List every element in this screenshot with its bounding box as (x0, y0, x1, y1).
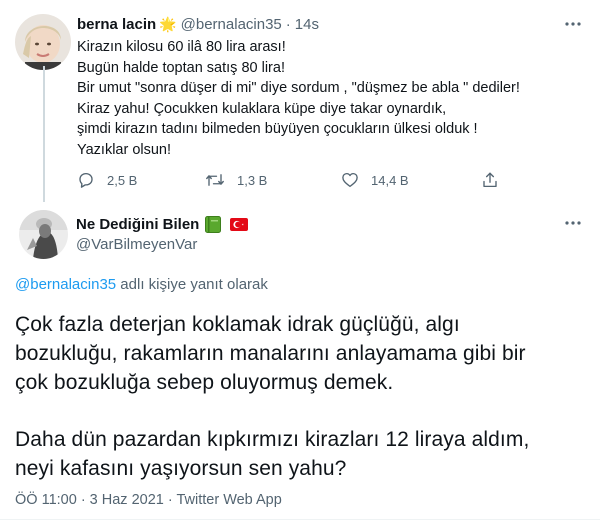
retweet-icon (206, 174, 224, 186)
main-text-line: çok bozukluğa sebep oluyormuş demek. (15, 371, 394, 394)
quoted-line: Kiraz yahu! Çocukken kulaklara küpe diye… (77, 100, 447, 117)
quoted-time[interactable]: 14s (295, 16, 319, 33)
quoted-line: Bir umut "sonra düşer di mi" diye sordum… (77, 80, 520, 96)
quoted-tweet-text: Kirazın kilosu 60 ilâ 80 lira arası! Bug… (77, 37, 520, 160)
share-action[interactable] (481, 170, 511, 190)
reply-action[interactable]: 2,5 B (77, 170, 137, 190)
main-text-line: Daha dün pazardan kıpkırmızı kirazları 1… (15, 428, 530, 451)
tweet-meta-timestamp[interactable]: ÖÖ 11:00 · 3 Haz 2021 · Twitter Web App (15, 492, 282, 508)
quoted-author-name[interactable]: berna lacin (77, 16, 156, 33)
like-count: 14,4 B (371, 172, 409, 188)
quoted-line: Kirazın kilosu 60 ilâ 80 lira arası! (77, 39, 286, 55)
like-icon (342, 172, 358, 188)
main-tweet-text-paragraph-2: Daha dün pazardan kıpkırmızı kirazları 1… (15, 425, 529, 483)
thread-connector-line (43, 66, 45, 202)
reply-icon (79, 172, 93, 188)
divider (0, 519, 600, 520)
retweet-count: 1,3 B (237, 172, 268, 188)
main-more-button[interactable] (563, 213, 583, 233)
quoted-line: Bugün halde toptan satış 80 lira! (77, 59, 285, 76)
main-text-line: Çok fazla deterjan koklamak idrak güçlüğ… (15, 313, 460, 336)
quoted-line: Yazıklar olsun! (77, 141, 172, 158)
replying-to-suffix: adlı kişiye yanıt olarak (116, 276, 268, 293)
main-text-line: neyi kafasını yaşıyorsun sen yahu? (15, 457, 347, 480)
avatar-berna[interactable] (15, 14, 71, 70)
avatar-ne-dedigini-bilen[interactable] (19, 210, 68, 259)
quoted-time-separator: · (285, 15, 291, 33)
quoted-line: şimdi kirazın tadını bilmeden büyüyen ço… (77, 121, 478, 137)
reply-count: 2,5 B (107, 172, 138, 188)
replying-to-handle-link[interactable]: @bernalacin35 (15, 276, 116, 293)
main-tweet-header: Ne Dediğini Bilen (76, 214, 249, 234)
quoted-tweet-header: berna lacin 🌟 @bernalacin35 · 14s (77, 14, 319, 34)
share-icon (483, 172, 497, 188)
turkey-flag-icon (230, 217, 249, 231)
like-action[interactable]: 14,4 B (341, 170, 409, 190)
more-icon (565, 221, 581, 225)
more-icon (565, 22, 581, 26)
main-author-name[interactable]: Ne Dediğini Bilen (76, 216, 199, 233)
main-author-handle[interactable]: @VarBilmeyenVar (76, 236, 197, 253)
main-tweet-text: Çok fazla deterjan koklamak idrak güçlüğ… (15, 310, 526, 397)
replying-to: @bernalacin35 adlı kişiye yanıt olarak (15, 276, 268, 293)
main-text-line: bozukluğu, rakamların manalarını anlayam… (15, 342, 526, 365)
quoted-author-badge-emoji: 🌟 (159, 15, 177, 32)
retweet-action[interactable]: 1,3 B (205, 170, 267, 190)
quoted-author-handle[interactable]: @bernalacin35 (181, 16, 282, 33)
green-book-icon (205, 215, 222, 233)
quoted-more-button[interactable] (563, 14, 583, 34)
